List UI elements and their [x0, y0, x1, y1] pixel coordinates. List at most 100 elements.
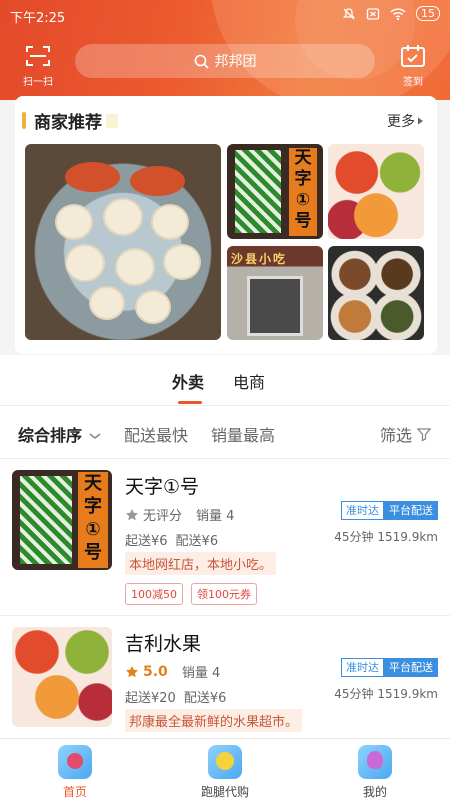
main-content: 外卖 电商 综合排序 配送最快 销量最高 筛选 天 字 ① 号 天字①号 无评分… — [0, 355, 450, 738]
store-description: 本地网红店，本地小吃。 — [125, 552, 277, 575]
scallop-shape — [89, 286, 125, 320]
home-icon — [58, 745, 92, 779]
store-item[interactable]: 天 字 ① 号 天字①号 无评分 销量 4 起送¥6 配送¥6 准时达 平台配送 … — [0, 460, 450, 615]
store-eta: 45分钟 1519.9km — [334, 687, 438, 701]
status-time: 下午2:25 — [10, 11, 66, 26]
tab-home-label: 首页 — [62, 785, 87, 799]
star-icon — [126, 508, 138, 520]
sign-char: 天 — [84, 473, 102, 494]
filter-button[interactable]: 筛选 — [380, 422, 432, 446]
scallop-shape — [65, 244, 105, 282]
more-label: 更多 — [387, 114, 415, 130]
sign-char: 天 — [294, 148, 312, 168]
scan-icon — [26, 46, 50, 66]
delivery-fee: 配送¥6 — [183, 691, 227, 706]
status-icons: 15 — [342, 6, 440, 21]
platform-delivery-badge: 平台配送 — [384, 501, 438, 520]
bottom-tab-bar: 首页 跑腿代购 我的 — [0, 738, 450, 800]
title-highlight — [106, 113, 118, 128]
tab-profile[interactable]: 我的 — [335, 745, 415, 800]
title-accent-bar — [22, 112, 26, 129]
sort-top-sales[interactable]: 销量最高 — [211, 422, 275, 446]
scallop-shape — [151, 204, 189, 240]
crab-shape — [130, 166, 185, 196]
store-fees: 起送¥6 配送¥6 — [125, 530, 218, 549]
scallop-shape — [163, 244, 201, 280]
sort-fastest[interactable]: 配送最快 — [124, 422, 188, 446]
sort-bar: 综合排序 配送最快 销量最高 筛选 — [0, 406, 450, 458]
tianzi-storefront-photo[interactable]: 天 字 ① 号 — [227, 144, 323, 239]
tab-errand[interactable]: 跑腿代购 — [185, 745, 265, 800]
scan-label: 扫一扫 — [23, 77, 53, 88]
tab-errand-label: 跑腿代购 — [200, 785, 249, 799]
shop-window — [247, 276, 303, 336]
min-order: 起送¥20 — [125, 691, 176, 706]
storefront-glass — [235, 150, 281, 233]
tab-profile-label: 我的 — [362, 785, 387, 799]
store-eta: 45分钟 1519.9km — [334, 530, 438, 544]
crab-shape — [65, 162, 120, 192]
more-link[interactable]: 更多 — [387, 111, 425, 131]
scan-button[interactable]: 扫一扫 — [20, 44, 56, 88]
sign-char: 字 — [294, 169, 312, 189]
store-sales: 销量 4 — [196, 509, 235, 524]
store-coupons: 100减50 领100元券 — [125, 583, 257, 605]
sort-comprehensive[interactable]: 综合排序 — [18, 422, 102, 446]
search-icon — [194, 54, 209, 69]
sim-off-icon — [366, 7, 380, 20]
store-name: 天字①号 — [125, 476, 200, 498]
scallop-shape — [135, 290, 171, 324]
sign-char: ① — [295, 190, 311, 210]
tab-takeout[interactable]: 外卖 — [172, 369, 204, 393]
recommend-title-text: 商家推荐 — [34, 113, 102, 133]
storefront-sign: 天 字 ① 号 — [289, 148, 317, 236]
store-divider — [0, 615, 450, 616]
category-tabs: 外卖 电商 — [0, 355, 450, 405]
sort-comprehensive-label: 综合排序 — [18, 426, 83, 445]
checkin-button[interactable]: 签到 — [398, 44, 428, 88]
ontime-badge: 准时达 — [341, 501, 384, 520]
store-sales: 销量 4 — [181, 666, 221, 681]
store-rating: 5.0 销量 4 — [125, 662, 220, 681]
wifi-icon — [390, 7, 406, 20]
shop-sign-text: 沙县小吃 — [231, 252, 288, 266]
sign-char: 号 — [84, 542, 102, 563]
store-score: 5.0 — [143, 663, 168, 680]
dishes-photo[interactable] — [328, 246, 424, 340]
delivery-fee: 配送¥6 — [175, 534, 219, 549]
ontime-badge: 准时达 — [341, 658, 384, 677]
checkin-label: 签到 — [403, 77, 423, 88]
coupon-tag: 100减50 — [125, 583, 183, 605]
coupon-tag: 领100元券 — [191, 583, 257, 605]
sign-char: 号 — [294, 211, 312, 231]
store-name: 吉利水果 — [125, 633, 202, 655]
fruit-photo[interactable] — [328, 144, 424, 239]
tab-ecommerce[interactable]: 电商 — [233, 369, 265, 393]
store-rating: 无评分 销量 4 — [125, 505, 234, 524]
min-order: 起送¥6 — [125, 534, 168, 549]
seafood-photo[interactable] — [25, 144, 221, 340]
sign-char: ① — [85, 519, 101, 540]
recommend-card: 商家推荐 更多 天 字 ① 号 沙县小吃 — [15, 96, 437, 354]
store-item[interactable]: 吉利水果 5.0 销量 4 起送¥20 配送¥6 准时达 平台配送 45分钟 15… — [0, 617, 450, 738]
filter-label: 筛选 — [379, 426, 412, 445]
sort-divider — [0, 458, 450, 459]
delivery-badges: 准时达 平台配送 — [341, 501, 438, 520]
shaxian-shop-photo[interactable]: 沙县小吃 — [227, 246, 323, 340]
star-icon — [126, 665, 138, 677]
platform-delivery-badge: 平台配送 — [384, 658, 438, 677]
delivery-badges: 准时达 平台配送 — [341, 658, 438, 677]
store-description: 邦康最全最新鲜的水果超市。 — [125, 709, 303, 732]
storefront-sign: 天 字 ① 号 — [78, 472, 108, 568]
store-thumbnail: 天 字 ① 号 — [12, 470, 112, 570]
store-thumbnail — [12, 627, 112, 727]
triangle-right-icon — [418, 117, 423, 125]
search-placeholder: 邦邦团 — [214, 54, 257, 70]
search-bar[interactable]: 邦邦团 — [75, 44, 375, 78]
scallop-shape — [115, 248, 155, 286]
tab-home[interactable]: 首页 — [35, 745, 115, 800]
active-tab-indicator — [178, 401, 202, 404]
storefront-glass — [20, 476, 72, 564]
scallop-shape — [103, 198, 143, 236]
store-fees: 起送¥20 配送¥6 — [125, 687, 226, 706]
